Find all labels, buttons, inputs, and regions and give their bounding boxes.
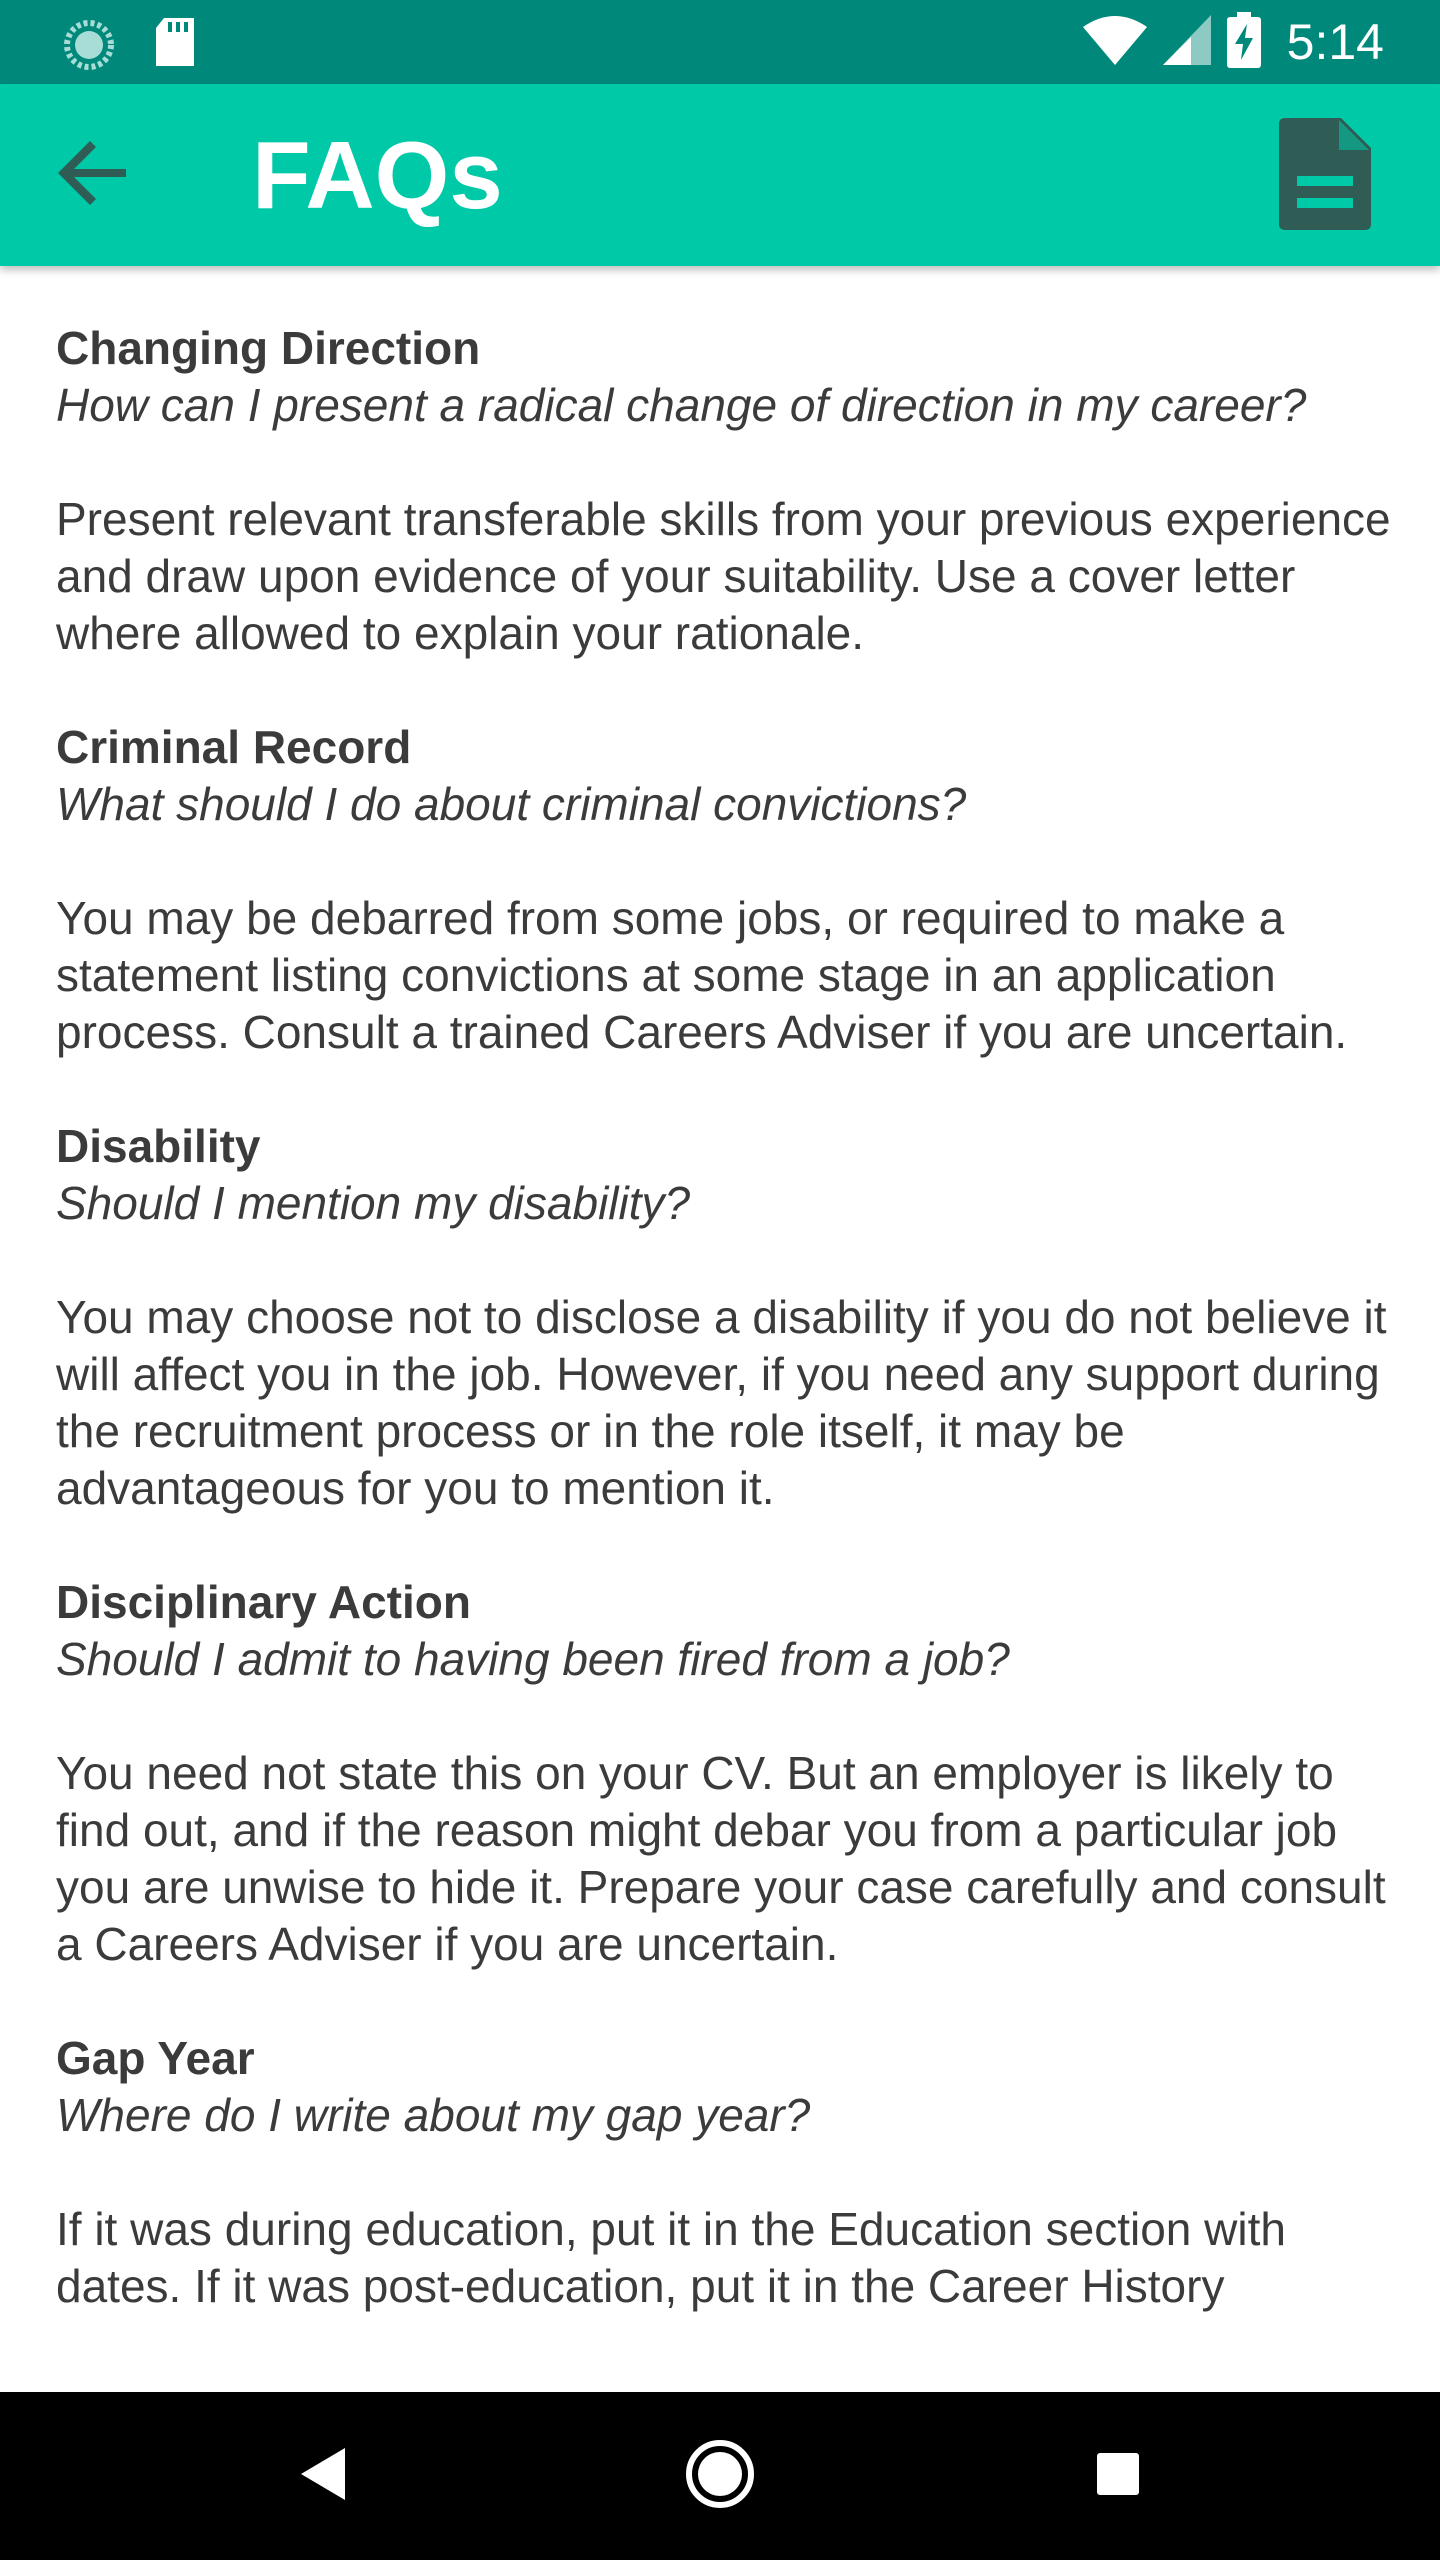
- cell-signal-icon: [1162, 14, 1211, 70]
- faq-title: Gap Year: [56, 2032, 255, 2084]
- navigation-bar: [0, 2392, 1440, 2560]
- faq-question: What should I do about criminal convicti…: [56, 778, 967, 830]
- faq-title: Changing Direction: [56, 322, 481, 374]
- faq-question: Should I admit to having been fired from…: [56, 1633, 1010, 1685]
- faq-title: Criminal Record: [56, 721, 412, 773]
- sd-card-icon: [154, 18, 196, 73]
- back-button[interactable]: [44, 125, 144, 225]
- nav-home-icon: [684, 2438, 756, 2515]
- faq-title: Disciplinary Action: [56, 1576, 471, 1628]
- page-title: FAQs: [252, 122, 503, 229]
- document-button[interactable]: [1270, 117, 1380, 235]
- status-indicators: 5:14: [1082, 0, 1384, 84]
- arrow-back-icon: [54, 133, 134, 218]
- nav-back-icon: [297, 2446, 347, 2507]
- nav-home-button[interactable]: [680, 2436, 760, 2516]
- faq-answer: You need not state this on your CV. But …: [56, 1747, 1386, 1970]
- faq-item: Disciplinary Action Should I admit to ha…: [56, 1574, 1396, 1973]
- sync-icon: [62, 18, 116, 77]
- faq-item: Gap Year Where do I write about my gap y…: [56, 2030, 1396, 2315]
- faq-answer: If it was during education, put it in th…: [56, 2203, 1286, 2312]
- faq-item: Criminal Record What should I do about c…: [56, 719, 1396, 1061]
- faq-answer: Present relevant transferable skills fro…: [56, 493, 1391, 659]
- nav-recents-icon: [1095, 2451, 1141, 2502]
- nav-back-button[interactable]: [282, 2436, 362, 2516]
- wifi-icon: [1082, 15, 1147, 70]
- faq-question: Should I mention my disability?: [56, 1177, 691, 1229]
- status-bar: 5:14: [0, 0, 1440, 84]
- nav-recents-button[interactable]: [1078, 2436, 1158, 2516]
- app-bar: FAQs: [0, 84, 1440, 266]
- faq-title: Disability: [56, 1120, 261, 1172]
- document-icon: [1279, 117, 1371, 235]
- faq-question: Where do I write about my gap year?: [56, 2089, 811, 2141]
- faq-answer: You may choose not to disclose a disabil…: [56, 1291, 1387, 1514]
- faq-item: Disability Should I mention my disabilit…: [56, 1118, 1396, 1517]
- battery-charging-icon: [1226, 11, 1261, 73]
- faq-question: How can I present a radical change of di…: [56, 379, 1307, 431]
- faq-item: Changing Direction How can I present a r…: [56, 320, 1396, 662]
- faq-answer: You may be debarred from some jobs, or r…: [56, 892, 1348, 1058]
- faq-list[interactable]: Changing Direction How can I present a r…: [56, 320, 1396, 2392]
- status-clock: 5:14: [1286, 14, 1384, 70]
